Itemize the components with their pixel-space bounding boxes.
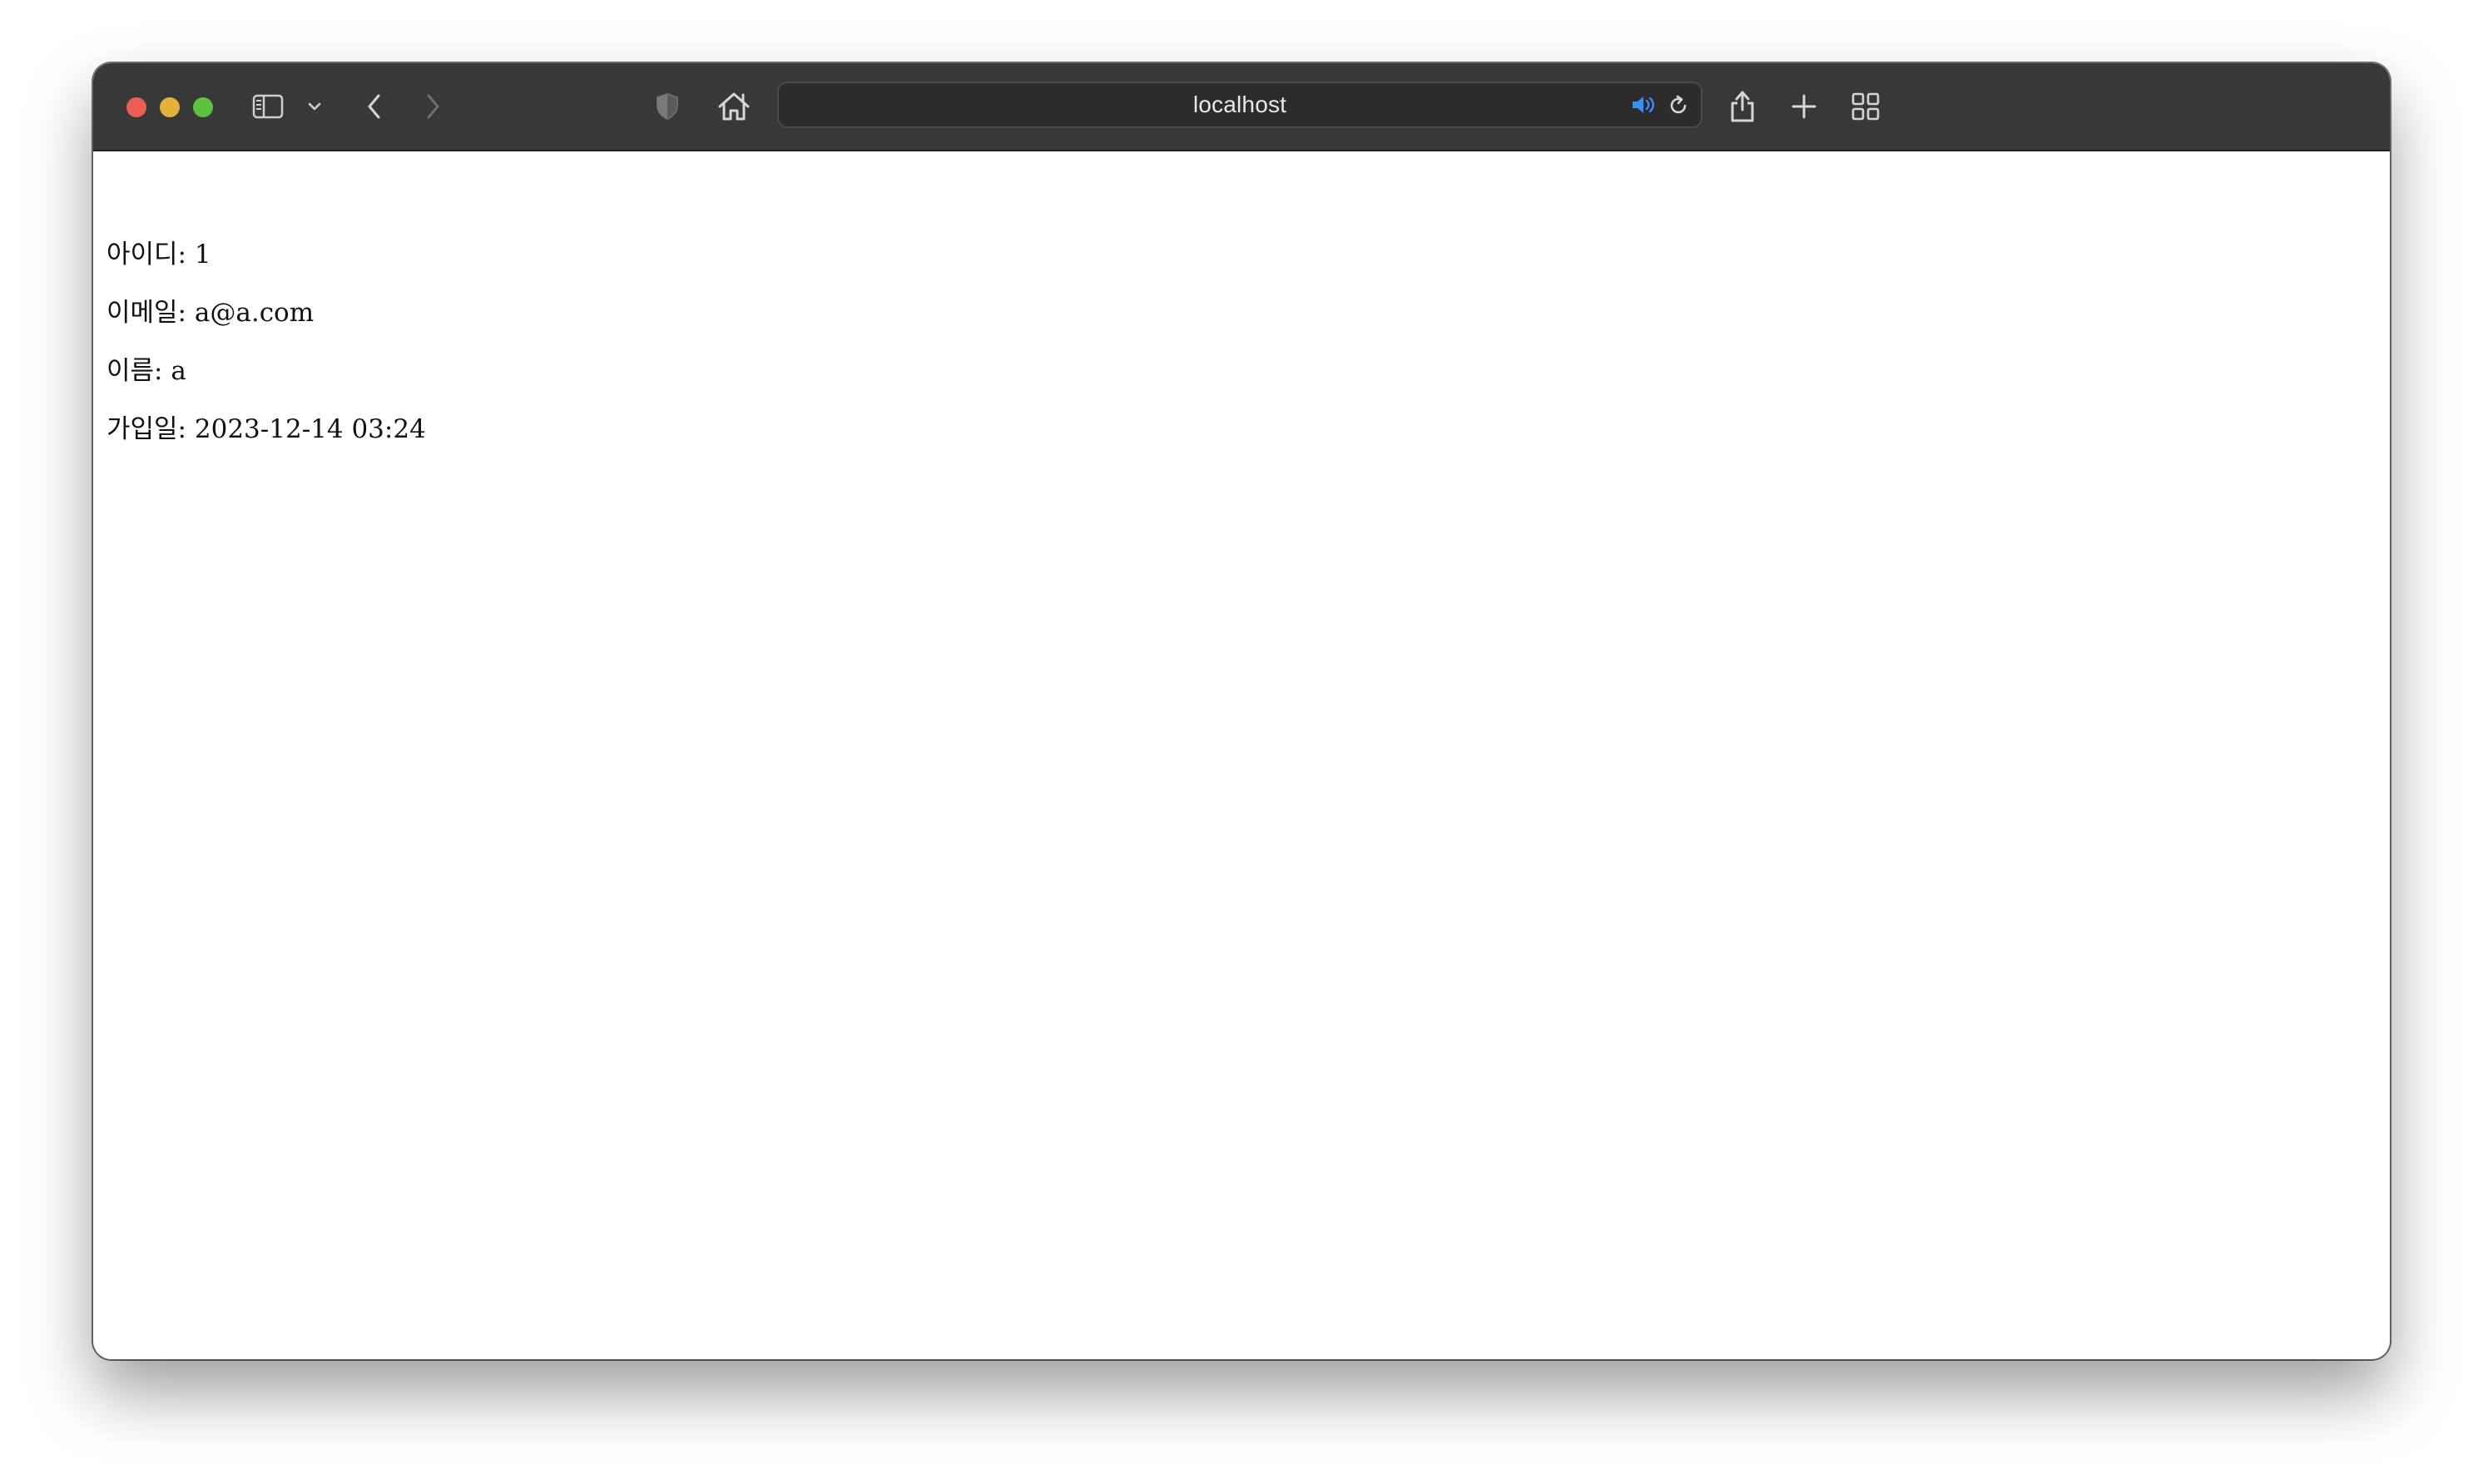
chevron-right-icon — [427, 94, 439, 119]
speaker-icon[interactable] — [1631, 93, 1658, 116]
minimize-window-button[interactable] — [160, 97, 180, 117]
page-content: 아이디: 1 이메일: a@a.com 이름: a 가입일: 2023-12-1… — [93, 151, 2390, 1359]
back-button[interactable] — [359, 92, 389, 121]
profile-id-label: 아이디: — [107, 240, 187, 270]
profile-joined-row: 가입일: 2023-12-14 03:24 — [107, 408, 426, 445]
shield-icon[interactable] — [651, 90, 684, 123]
chevron-down-icon[interactable] — [306, 98, 323, 115]
sidebar-toggle-icon[interactable] — [251, 90, 285, 123]
profile-name-label: 이름: — [107, 356, 163, 386]
browser-toolbar: localhost — [93, 63, 2390, 151]
reload-icon[interactable] — [1666, 93, 1691, 118]
profile-name-row: 이름: a — [107, 349, 186, 387]
browser-window: localhost 아이디: 1 이메일: a@a.com 이름: a 가입일:… — [93, 63, 2390, 1359]
close-window-button[interactable] — [126, 97, 146, 117]
profile-email-label: 이메일: — [107, 298, 187, 328]
profile-email-row: 이메일: a@a.com — [107, 291, 314, 329]
chevron-left-icon — [368, 94, 380, 119]
plus-icon[interactable] — [1787, 90, 1821, 123]
profile-email-value: a@a.com — [194, 298, 315, 328]
profile-id-value: 1 — [194, 240, 211, 270]
grid-icon[interactable] — [1849, 90, 1882, 123]
address-bar[interactable]: localhost — [777, 82, 1702, 128]
share-icon[interactable] — [1726, 87, 1759, 125]
maximize-window-button[interactable] — [193, 97, 213, 117]
home-icon[interactable] — [716, 88, 752, 125]
profile-joined-value: 2023-12-14 03:24 — [194, 414, 426, 444]
profile-joined-label: 가입일: — [107, 414, 187, 444]
profile-name-value: a — [171, 356, 186, 386]
profile-id-row: 아이디: 1 — [107, 233, 211, 270]
forward-button[interactable] — [418, 92, 448, 121]
url-text: localhost — [1192, 92, 1287, 117]
